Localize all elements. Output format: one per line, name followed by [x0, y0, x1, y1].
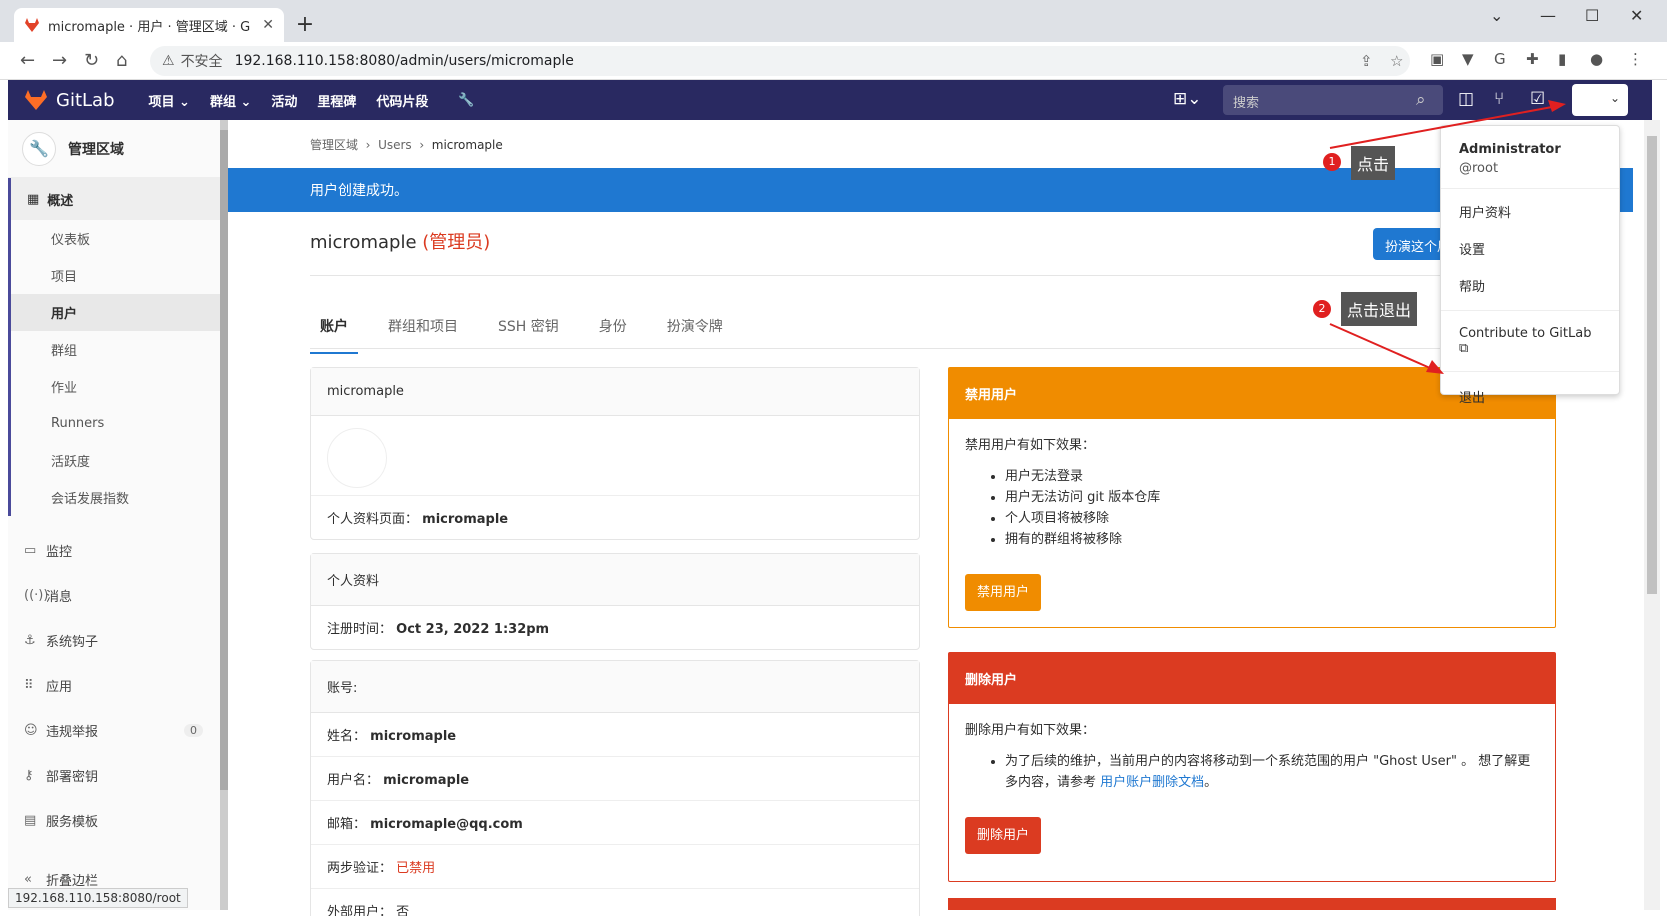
annotation-arrows [1329, 100, 1566, 374]
annotation-1-badge: 1 [1323, 153, 1341, 171]
annotation-2-badge: 2 [1313, 300, 1331, 318]
annotation-1-label: 点击 [1351, 146, 1396, 180]
annotation-2-label: 点击退出 [1341, 292, 1418, 326]
status-bar-url: 192.168.110.158:8080/root [8, 888, 188, 908]
